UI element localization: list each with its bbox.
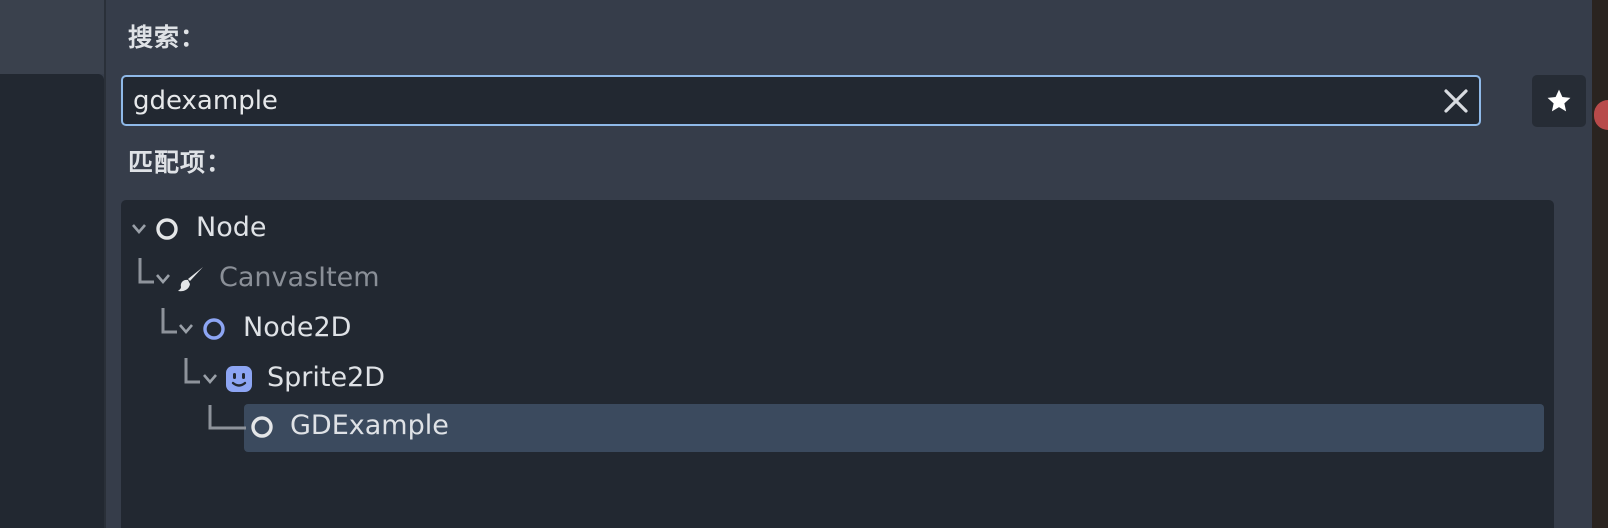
chevron-down-icon[interactable] bbox=[131, 223, 147, 235]
circle-outline-blue-icon bbox=[203, 318, 225, 340]
tree-item-label: GDExample bbox=[290, 410, 449, 441]
search-field[interactable] bbox=[121, 75, 1481, 126]
close-icon bbox=[1444, 89, 1468, 113]
search-input[interactable] bbox=[133, 77, 1423, 124]
tree-guide-line bbox=[208, 405, 246, 430]
chevron-down-icon[interactable] bbox=[202, 373, 218, 385]
create-node-dialog-window: 搜索： 匹配项： Node bbox=[0, 0, 1608, 528]
chevron-down-icon[interactable] bbox=[178, 323, 194, 335]
tree-item-label: Sprite2D bbox=[267, 362, 386, 393]
favorite-button[interactable] bbox=[1532, 75, 1586, 127]
create-node-dialog: 搜索： 匹配项： Node bbox=[106, 0, 1592, 528]
tree-item-canvasitem[interactable]: CanvasItem bbox=[121, 254, 1554, 304]
brush-icon bbox=[178, 267, 203, 292]
circle-outline-icon bbox=[251, 416, 273, 438]
clear-search-button[interactable] bbox=[1441, 86, 1471, 116]
tree-item-sprite2d[interactable]: Sprite2D bbox=[121, 354, 1554, 404]
tree-item-label: Node bbox=[196, 212, 267, 243]
circle-outline-icon bbox=[156, 218, 178, 240]
tree-guide-line bbox=[184, 358, 200, 384]
search-label: 搜索： bbox=[128, 23, 207, 52]
left-panel-header bbox=[0, 0, 104, 74]
matches-tree: Node CanvasItem Node2D Sprite2D GDExampl… bbox=[121, 200, 1554, 528]
chevron-down-icon[interactable] bbox=[155, 273, 171, 285]
tree-item-label: Node2D bbox=[243, 312, 352, 343]
sprite-face-icon bbox=[226, 366, 252, 392]
background-window-edge bbox=[1592, 0, 1608, 528]
tree-item-label: CanvasItem bbox=[219, 262, 380, 293]
tree-item-node2d[interactable]: Node2D bbox=[121, 304, 1554, 354]
tree-item-node[interactable]: Node bbox=[121, 204, 1554, 254]
matches-label: 匹配项： bbox=[128, 148, 233, 177]
left-panel bbox=[0, 74, 104, 528]
star-icon bbox=[1547, 89, 1571, 112]
tree-item-gdexample[interactable]: GDExample bbox=[121, 401, 1554, 452]
